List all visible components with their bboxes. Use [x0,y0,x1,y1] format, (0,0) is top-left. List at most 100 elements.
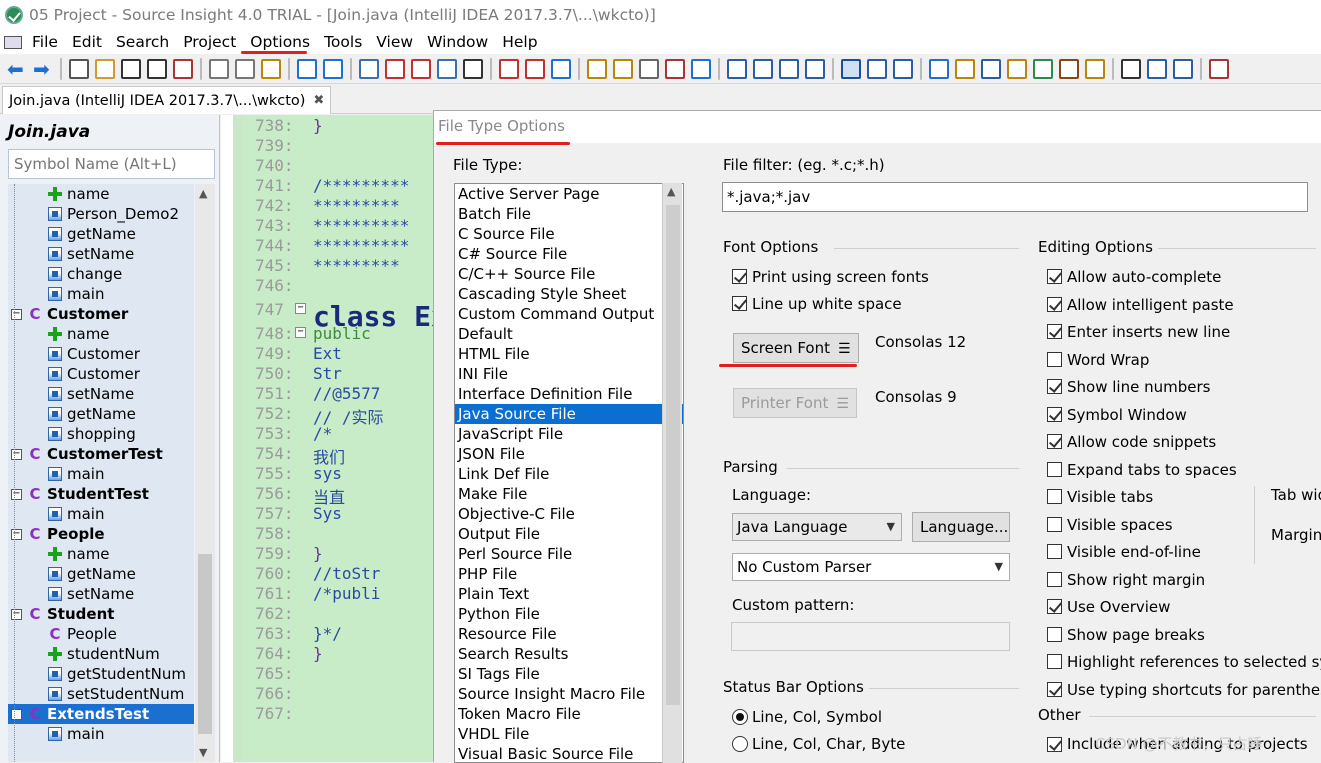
back-arrow-icon[interactable]: ⬅ [7,59,27,79]
code-editor[interactable]: 738:} 739: 740: 741: /********* 742: ********… [221,115,465,762]
editing-option-checkbox[interactable] [1047,296,1062,312]
layout2-icon[interactable] [753,58,773,79]
symbol-item[interactable]: main [8,504,194,524]
symbol-item[interactable]: name [8,184,194,204]
symbol-item[interactable]: − C ExtendsTest [8,704,194,724]
symbol-item[interactable]: Customer [8,344,194,364]
layout3-icon[interactable] [779,58,799,79]
symbol-item[interactable]: shopping [8,424,194,444]
symbol-item[interactable]: − C People [8,524,194,544]
layout1-icon[interactable] [727,58,747,79]
file-type-item[interactable]: Token Macro File [455,704,683,724]
menu-window[interactable]: Window [420,31,495,53]
collapse-toggle-icon[interactable]: − [11,529,22,540]
collapse-toggle-icon[interactable]: − [11,449,22,460]
menu-project[interactable]: Project [176,31,243,53]
editing-option-checkbox[interactable] [1047,516,1062,532]
file-type-item[interactable]: JSON File [455,444,683,464]
file-type-item[interactable]: Perl Source File [455,544,683,564]
forward-arrow-icon[interactable]: ➡ [33,59,53,79]
new-file-icon[interactable] [69,58,89,79]
file-type-item[interactable]: Output File [455,524,683,544]
language-select[interactable]: Java Language ▼ [732,513,902,541]
symbol-item[interactable]: − C CustomerTest [8,444,194,464]
file-type-item[interactable]: Link Def File [455,464,683,484]
align-icon[interactable] [893,58,913,79]
file-type-item[interactable]: Java Source File [455,404,683,424]
symbol-item[interactable]: name [8,324,194,344]
add-icon[interactable] [1147,58,1167,79]
save-copy-icon[interactable] [173,58,193,79]
file-filter-input[interactable] [722,182,1308,212]
home-icon[interactable] [1059,58,1079,79]
editing-option-checkbox[interactable] [1047,379,1062,394]
file-type-item[interactable]: JavaScript File [455,424,683,444]
line-col-char-byte-radio[interactable] [732,736,748,752]
collapse-toggle-icon[interactable]: − [11,709,22,720]
editing-option-checkbox[interactable] [1047,626,1062,642]
browse-icon[interactable] [437,58,457,79]
project-icon[interactable] [587,58,607,79]
symbol-item[interactable]: C People [8,624,194,644]
find-icon[interactable] [359,58,379,79]
menu-options[interactable]: Options [243,31,317,53]
window-icon[interactable] [981,58,1001,79]
symbol-item[interactable]: getName [8,404,194,424]
scroll-down-icon[interactable]: ▼ [199,746,207,759]
editing-option-checkbox[interactable] [1047,681,1062,697]
copy-icon[interactable] [235,58,255,79]
close-tab-icon[interactable]: ✖ [313,93,324,108]
symbol-scrollbar[interactable]: ▲ ▼ [195,184,215,762]
file-type-item[interactable]: C# Source File [455,244,683,264]
file-type-scrollbar[interactable]: ▲ [662,183,682,763]
editing-option-checkbox[interactable] [1047,571,1062,587]
symbol-item[interactable]: studentNum [8,644,194,664]
menu-file[interactable]: File [28,31,65,53]
save-icon[interactable] [121,58,141,79]
line-up-white-space-checkbox[interactable] [732,296,747,311]
scroll-thumb[interactable] [198,554,212,734]
code-area[interactable]: 738:} 739: 740: 741: /********* 742: ********… [243,115,465,762]
editing-option-checkbox[interactable] [1047,324,1062,339]
editing-option-checkbox[interactable] [1047,599,1062,614]
jump-icon[interactable] [385,58,405,79]
symbol-item[interactable]: setName [8,384,194,404]
language-button[interactable]: Language... [912,512,1010,542]
symbol-item[interactable]: Customer [8,364,194,384]
collapse-toggle-icon[interactable]: − [11,489,22,500]
symbol-item[interactable]: getStudentNum [8,664,194,684]
clip-icon[interactable] [691,58,711,79]
file-type-item[interactable]: Cascading Style Sheet [455,284,683,304]
tab-join-java[interactable]: Join.java (IntelliJ IDEA 2017.3.7\...\wk… [2,86,332,114]
file-type-item[interactable]: Source Insight Macro File [455,684,683,704]
symbol-item[interactable]: main [8,464,194,484]
undo-icon[interactable] [297,58,317,79]
menu-tools[interactable]: Tools [317,31,369,53]
print-screen-fonts-checkbox[interactable] [732,269,747,284]
p-icon[interactable] [841,58,861,79]
replace-icon[interactable] [463,58,483,79]
page-icon[interactable] [1209,58,1229,79]
collapse-toggle-icon[interactable]: − [11,309,22,320]
editing-option-checkbox[interactable] [1047,461,1062,477]
symbol-item[interactable]: − C Customer [8,304,194,324]
file-type-item[interactable]: HTML File [455,344,683,364]
editing-option-checkbox[interactable] [1047,351,1062,367]
diff-icon[interactable] [1121,58,1141,79]
file-type-item[interactable]: Default [455,324,683,344]
scroll-up-icon[interactable]: ▲ [199,187,207,200]
fold-toggle-icon[interactable]: − [295,327,306,338]
symbol-item[interactable]: name [8,544,194,564]
paste-icon[interactable] [261,58,281,79]
scroll-thumb[interactable] [666,205,680,705]
fold-toggle-icon[interactable]: − [295,303,306,314]
symbol-item[interactable]: setName [8,584,194,604]
menu-search[interactable]: Search [109,31,176,53]
file-type-item[interactable]: INI File [455,364,683,384]
file-type-item[interactable]: SI Tags File [455,664,683,684]
save-all-icon[interactable] [147,58,167,79]
scroll-up-icon[interactable]: ▲ [667,185,675,198]
editing-option-checkbox[interactable] [1047,489,1062,504]
file-type-item[interactable]: Visual Basic Source File [455,744,683,762]
book-icon[interactable] [639,58,659,79]
